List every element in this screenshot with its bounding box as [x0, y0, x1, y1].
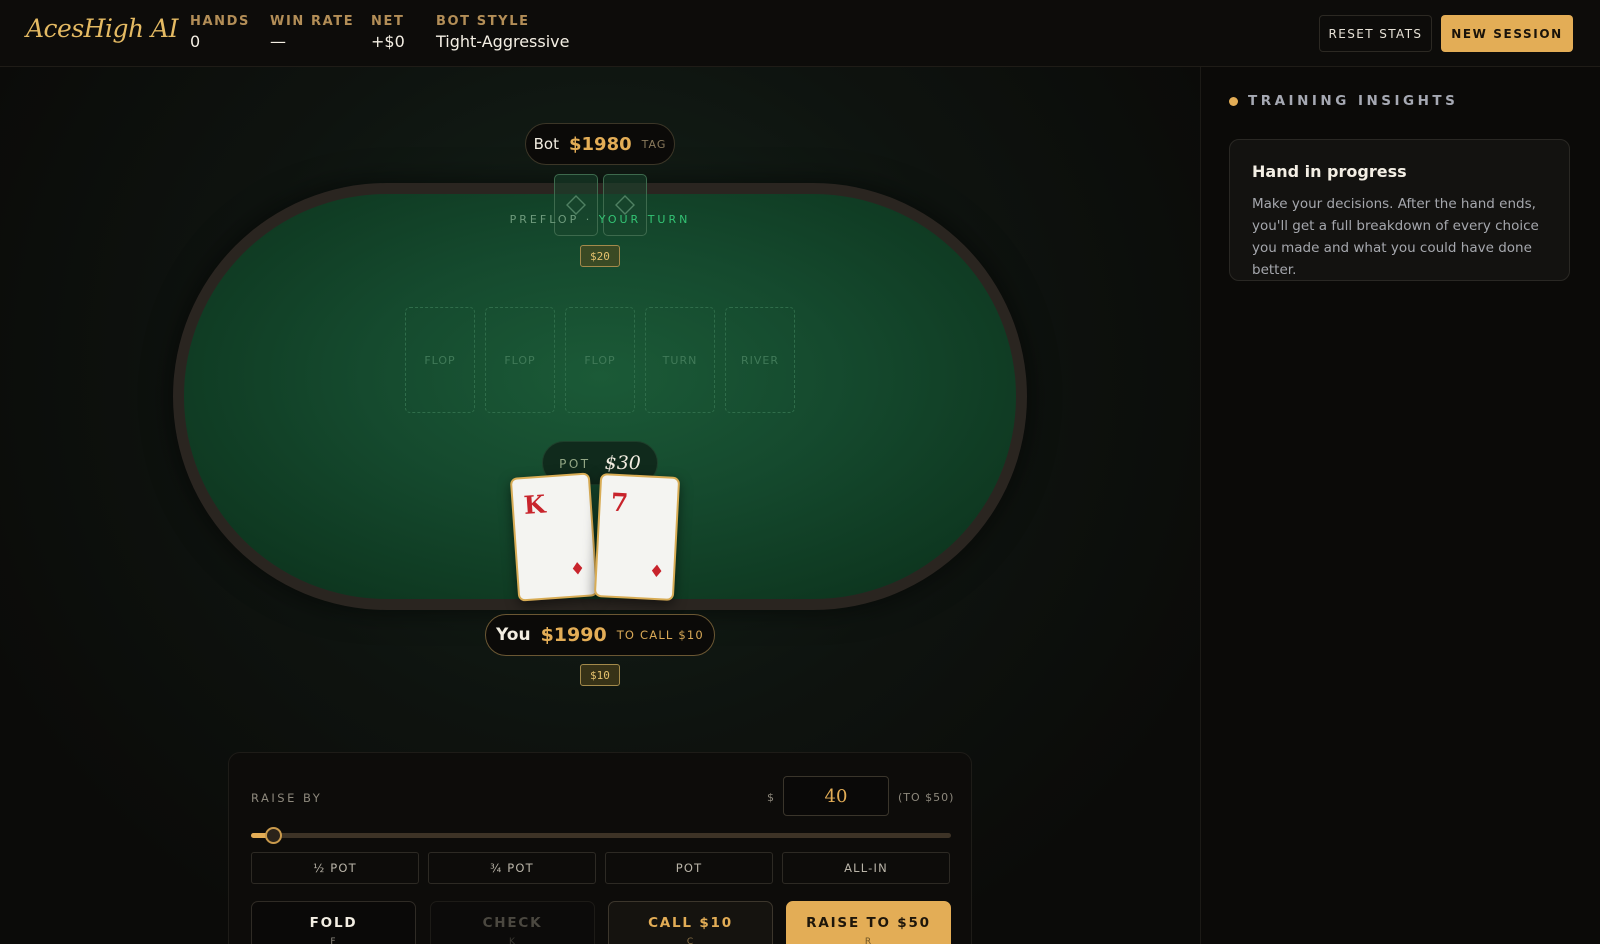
- action-panel: RAISE BY $ (TO $50) ½ POT ¾ POT POT ALL-…: [228, 752, 972, 944]
- hero-bet-chip: $10: [580, 664, 620, 686]
- fold-hotkey: F: [330, 937, 337, 944]
- diamond-suit-icon: ♦: [569, 558, 586, 580]
- to-call-amount: TO CALL $10: [616, 628, 704, 642]
- stat-net: NET +$0: [371, 14, 405, 51]
- hero-card-2: 7 ♦: [593, 472, 681, 602]
- stat-win-rate: WIN RATE —: [270, 14, 354, 51]
- status-separator: ·: [585, 213, 593, 226]
- stat-value: +$0: [371, 32, 405, 51]
- raise-hotkey: R: [864, 937, 873, 944]
- raise-amount-input[interactable]: [783, 776, 889, 816]
- bot-card-back: [603, 174, 647, 236]
- hero-stack: $1990: [540, 624, 607, 646]
- insight-card-text: Make your decisions. After the hand ends…: [1252, 196, 1539, 278]
- bot-seat: Bot $1980 TAG: [525, 123, 675, 165]
- diamond-suit-icon: ♦: [648, 561, 665, 583]
- board-slot-turn: TURN: [645, 307, 715, 413]
- fold-label: FOLD: [309, 915, 358, 931]
- raise-button[interactable]: RAISE TO $50 R: [786, 901, 951, 944]
- bot-name: Bot: [533, 135, 559, 153]
- preset-half-pot-button[interactable]: ½ POT: [251, 852, 419, 884]
- card-rank: 7: [610, 487, 629, 518]
- fold-button[interactable]: FOLD F: [251, 901, 416, 944]
- card-rank: K: [522, 489, 547, 520]
- raise-label: RAISE TO $50: [806, 915, 931, 931]
- insight-card: Hand in progress Make your decisions. Af…: [1229, 139, 1570, 281]
- training-insights-sidebar: TRAINING INSIGHTS Hand in progress Make …: [1200, 67, 1600, 944]
- hero-seat: You $1990 TO CALL $10: [485, 614, 715, 656]
- bot-stack: $1980: [569, 133, 632, 155]
- preset-three-quarter-pot-button[interactable]: ¾ POT: [428, 852, 596, 884]
- raise-to-total: (TO $50): [898, 791, 955, 804]
- new-session-button[interactable]: NEW SESSION: [1441, 15, 1573, 52]
- stat-value: —: [270, 32, 286, 51]
- insight-card-title: Hand in progress: [1252, 162, 1407, 181]
- check-hotkey: K: [509, 937, 516, 944]
- call-hotkey: C: [686, 937, 695, 944]
- board-slot-flop-2: FLOP: [485, 307, 555, 413]
- hero-name: You: [496, 625, 531, 645]
- call-label: CALL $10: [648, 915, 733, 931]
- bot-bet-chip: $20: [580, 245, 620, 267]
- top-bar: AcesHigh AI HANDS 0 WIN RATE — NET +$0 B…: [0, 0, 1600, 67]
- board-slot-flop-1: FLOP: [405, 307, 475, 413]
- stat-bot-style: BOT STYLE Tight-Aggressive: [436, 14, 569, 51]
- stat-hands: HANDS 0: [190, 14, 250, 51]
- board-slot-flop-3: FLOP: [565, 307, 635, 413]
- preset-all-in-button[interactable]: ALL-IN: [782, 852, 950, 884]
- stat-label: BOT STYLE: [436, 14, 530, 29]
- stat-label: NET: [371, 14, 405, 29]
- currency-symbol: $: [767, 791, 774, 804]
- check-label: CHECK: [482, 915, 543, 931]
- call-button[interactable]: CALL $10 C: [608, 901, 773, 944]
- turn-indicator: YOUR TURN: [598, 213, 691, 226]
- stat-value: 0: [190, 32, 201, 51]
- insights-title: TRAINING INSIGHTS: [1248, 93, 1459, 109]
- stat-label: WIN RATE: [270, 14, 355, 29]
- insights-heading: TRAINING INSIGHTS: [1229, 93, 1458, 109]
- pot-value: $30: [604, 452, 641, 474]
- app-logo: AcesHigh AI: [26, 14, 178, 43]
- hero-card-1: K ♦: [509, 472, 599, 602]
- preset-pot-button[interactable]: POT: [605, 852, 773, 884]
- reset-stats-button[interactable]: RESET STATS: [1319, 15, 1432, 52]
- stat-value: Tight-Aggressive: [436, 32, 570, 51]
- pot-label: POT: [559, 457, 591, 471]
- raise-by-label: RAISE BY: [251, 791, 323, 805]
- street-name: PREFLOP: [509, 213, 580, 226]
- stat-label: HANDS: [190, 14, 250, 29]
- status-dot-icon: [1229, 96, 1238, 106]
- bot-style-tag: TAG: [641, 137, 667, 151]
- street-status: PREFLOP · YOUR TURN: [480, 213, 720, 226]
- check-button[interactable]: CHECK K: [430, 901, 595, 944]
- raise-slider[interactable]: [251, 827, 951, 844]
- bot-card-back: [554, 174, 598, 236]
- board-slot-river: RIVER: [725, 307, 795, 413]
- raise-slider-thumb[interactable]: [265, 827, 282, 844]
